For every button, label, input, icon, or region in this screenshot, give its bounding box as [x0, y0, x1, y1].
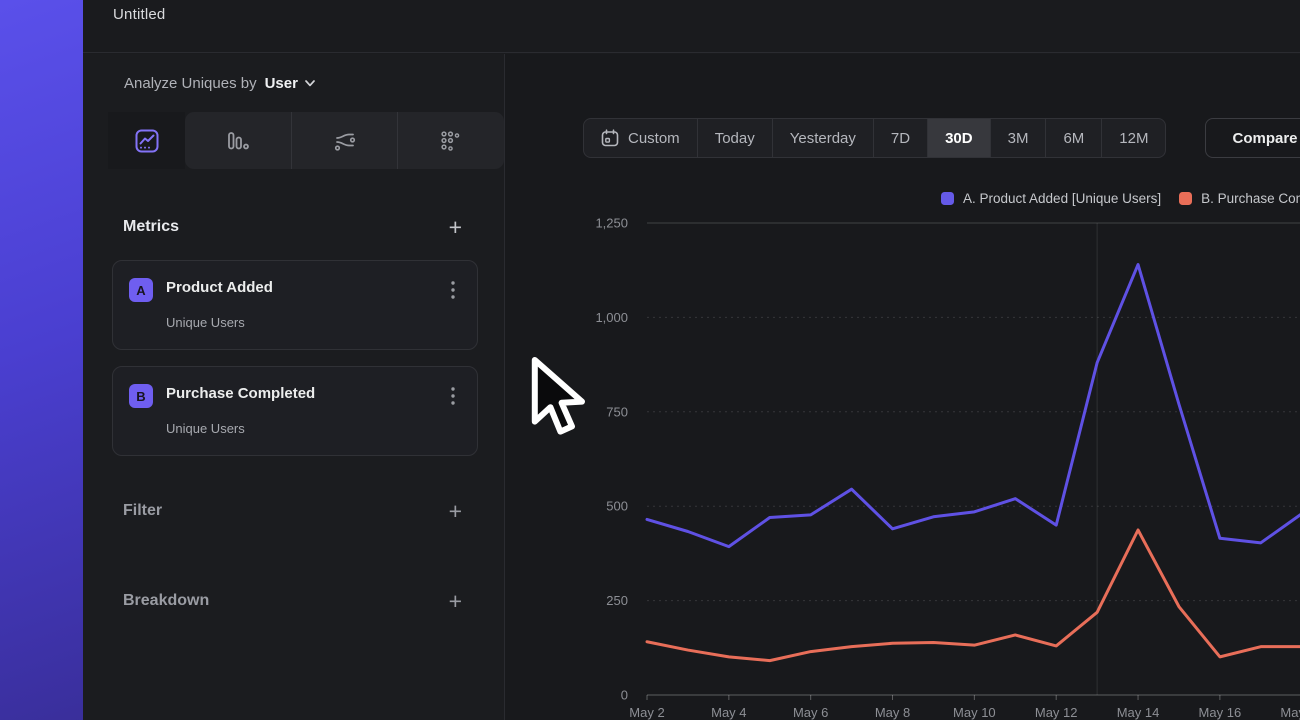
metric-subtitle: Unique Users [166, 421, 245, 436]
metric-card-a[interactable]: A Product Added Unique Users [112, 260, 478, 350]
metric-badge-b: B [129, 384, 153, 408]
tab-bar-chart[interactable] [185, 112, 291, 169]
metric-menu-button[interactable] [443, 279, 463, 301]
add-filter-button[interactable]: + [449, 501, 462, 521]
content: Analyze Uniques by User [83, 54, 1300, 720]
add-metric-button[interactable]: + [449, 217, 462, 237]
metric-menu-button[interactable] [443, 385, 463, 407]
svg-text:May 16: May 16 [1199, 705, 1242, 720]
filter-title: Filter [123, 502, 162, 520]
flows-icon [333, 129, 357, 153]
svg-text:May 12: May 12 [1035, 705, 1078, 720]
top-bar: Untitled [83, 0, 1300, 53]
breakdown-header: Breakdown + [83, 581, 504, 621]
analyze-row: Analyze Uniques by User [83, 54, 504, 112]
analyze-by-dropdown[interactable]: User [265, 75, 315, 92]
svg-text:500: 500 [606, 499, 628, 514]
svg-text:May 14: May 14 [1117, 705, 1160, 720]
sidebar: Analyze Uniques by User [83, 54, 505, 720]
svg-text:250: 250 [606, 593, 628, 608]
report-title[interactable]: Untitled [113, 6, 165, 23]
add-breakdown-button[interactable]: + [449, 591, 462, 611]
svg-text:May 4: May 4 [711, 705, 746, 720]
metric-subtitle: Unique Users [166, 315, 245, 330]
tab-flows[interactable] [291, 112, 398, 169]
chart-type-tabbar [108, 112, 504, 169]
app-window: Untitled Analyze Uniques by User [83, 0, 1300, 720]
chart-type-tab-group [185, 112, 504, 169]
svg-text:May 10: May 10 [953, 705, 996, 720]
metric-title: Product Added [166, 279, 273, 296]
breakdown-title: Breakdown [123, 592, 209, 610]
filter-header: Filter + [83, 491, 504, 531]
app-screenshot: { "window": { "title": "Untitled" }, "si… [0, 0, 1300, 720]
dots-grid-icon [439, 129, 463, 153]
main-panel: Custom Today Yesterday 7D 30D 3M 6M 12M … [505, 54, 1300, 720]
svg-text:1,250: 1,250 [595, 216, 628, 231]
line-chart-icon [135, 129, 159, 153]
svg-text:May 18: May 18 [1280, 705, 1300, 720]
metrics-title: Metrics [123, 218, 179, 236]
svg-text:May 8: May 8 [875, 705, 910, 720]
svg-text:0: 0 [621, 688, 628, 703]
metric-title: Purchase Completed [166, 385, 315, 402]
line-chart-canvas[interactable]: 0 250 500 750 1,000 1,250 May 2 May 4 May 6 May 8… [505, 54, 1300, 720]
bar-chart-icon [226, 129, 250, 153]
metrics-header: Metrics + [83, 207, 504, 247]
svg-text:May 6: May 6 [793, 705, 828, 720]
kebab-menu-icon [451, 387, 455, 405]
svg-text:May 2: May 2 [629, 705, 664, 720]
kebab-menu-icon [451, 281, 455, 299]
metric-card-b[interactable]: B Purchase Completed Unique Users [112, 366, 478, 456]
svg-text:1,000: 1,000 [595, 310, 628, 325]
tab-dots-grid[interactable] [397, 112, 504, 169]
svg-text:750: 750 [606, 404, 628, 419]
analyze-by-value: User [265, 75, 298, 92]
analyze-label: Analyze Uniques by [124, 75, 257, 92]
tab-line-chart[interactable] [108, 112, 185, 169]
metric-badge-a: A [129, 278, 153, 302]
chevron-down-icon [305, 80, 315, 87]
